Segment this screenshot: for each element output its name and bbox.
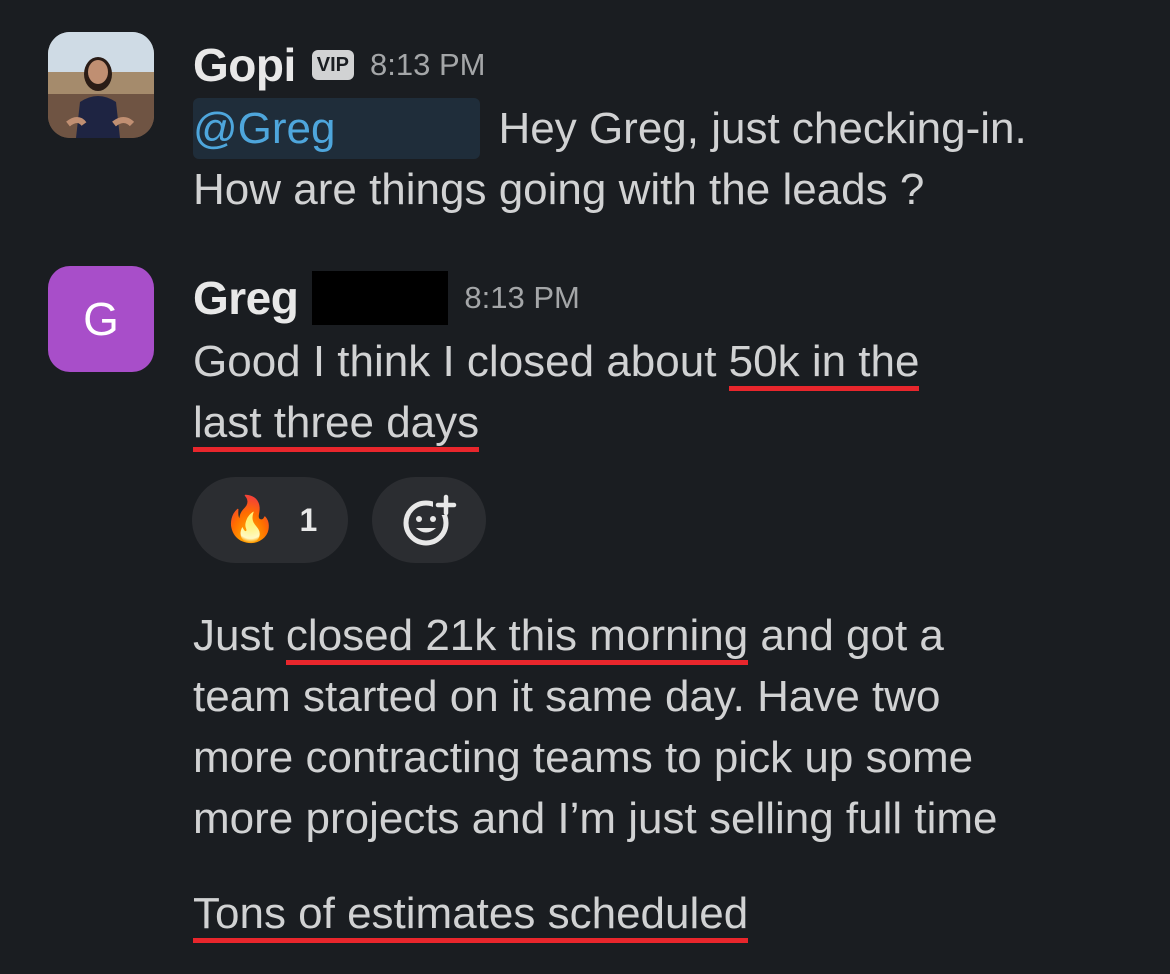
message-line: Just closed 21k this morning and got a bbox=[193, 605, 998, 666]
add-reaction-icon bbox=[403, 493, 457, 546]
avatar-greg[interactable]: G bbox=[48, 266, 154, 372]
add-reaction-button[interactable] bbox=[372, 477, 486, 563]
message-line: more contracting teams to pick up some bbox=[193, 733, 974, 782]
vip-badge: VIP bbox=[311, 50, 355, 80]
redaction-box bbox=[312, 271, 449, 325]
fire-icon: 🔥 bbox=[222, 495, 278, 544]
reaction-fire[interactable]: 🔥 1 bbox=[192, 477, 348, 563]
text-segment: and got a bbox=[748, 611, 944, 660]
message-line: @Greg Hey Greg, just checking-in. bbox=[193, 98, 1027, 159]
highlighted-text: Tons of estimates scheduled bbox=[193, 889, 749, 943]
highlighted-text: closed 21k this morning bbox=[285, 611, 749, 665]
reaction-count: 1 bbox=[299, 501, 318, 538]
message-line: more projects and I’m just selling full … bbox=[193, 794, 998, 843]
message-text-greg-3: Tons of estimates scheduled bbox=[193, 883, 749, 944]
author-name[interactable]: Gopi bbox=[193, 38, 296, 92]
message-line: last three days bbox=[193, 392, 919, 453]
reactions-bar: 🔥 1 bbox=[192, 477, 486, 563]
message-text-gopi: @Greg Hey Greg, just checking-in. How are… bbox=[193, 98, 1027, 220]
text-segment: Just bbox=[193, 611, 286, 660]
timestamp[interactable]: 8:13 PM bbox=[464, 280, 579, 316]
person-photo-icon bbox=[48, 32, 154, 138]
timestamp[interactable]: 8:13 PM bbox=[370, 47, 485, 83]
text-segment: Good I think I closed about bbox=[193, 337, 729, 386]
avatar-gopi[interactable] bbox=[48, 32, 154, 138]
message-line-text: Hey Greg, just checking-in. bbox=[498, 104, 1027, 153]
message-text-greg-2: Just closed 21k this morning and got a t… bbox=[193, 605, 998, 849]
highlighted-text: last three days bbox=[193, 398, 480, 452]
message-line: How are things going with the leads ? bbox=[193, 165, 925, 214]
message-header-greg: Greg 8:13 PM bbox=[193, 268, 580, 328]
user-mention[interactable]: @Greg bbox=[193, 98, 481, 159]
message-line: Good I think I closed about 50k in the bbox=[193, 331, 920, 392]
author-name[interactable]: Greg bbox=[193, 271, 299, 325]
highlighted-text: 50k in the bbox=[728, 337, 920, 391]
avatar-letter: G bbox=[83, 293, 119, 345]
message-line: team started on it same day. Have two bbox=[193, 672, 941, 721]
message-text-greg: Good I think I closed about 50k in the l… bbox=[193, 331, 920, 453]
message-header-gopi: Gopi VIP 8:13 PM bbox=[193, 35, 485, 95]
message-line: Tons of estimates scheduled bbox=[193, 883, 749, 944]
